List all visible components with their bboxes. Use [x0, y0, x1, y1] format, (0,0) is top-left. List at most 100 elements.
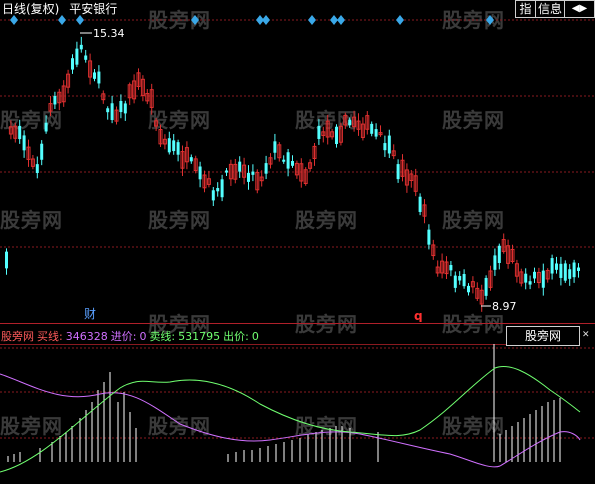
candle-body: [348, 119, 352, 126]
candle-body: [462, 274, 466, 287]
candle-body: [273, 141, 277, 153]
candle-body: [110, 103, 114, 121]
candle-body: [541, 270, 545, 288]
candle-body: [119, 100, 123, 113]
event-diamond-icon: [58, 15, 66, 25]
candle-body: [40, 143, 44, 160]
candle-body: [198, 166, 202, 180]
event-diamond-icon: [76, 15, 84, 25]
panel-divider: [0, 323, 595, 324]
candle-body: [71, 58, 74, 70]
candle-body: [335, 126, 338, 145]
candle-body: [286, 152, 290, 169]
candle-body: [75, 48, 79, 65]
event-diamond-icon: [191, 15, 199, 25]
candle-body: [559, 263, 563, 278]
candle-body: [172, 140, 176, 152]
candle-body: [225, 170, 228, 173]
candle-body: [264, 163, 268, 174]
low-price-label: 8.97: [492, 300, 517, 313]
candle-body: [568, 269, 572, 279]
candle-body: [577, 267, 580, 271]
indicator-selector[interactable]: 股旁网: [506, 326, 580, 346]
candle-body: [176, 142, 180, 155]
candle-body: [53, 95, 57, 105]
candle-body: [216, 188, 220, 192]
candle-body: [18, 125, 22, 140]
high-price-marker: 15.34: [80, 27, 125, 40]
candlestick-chart[interactable]: 15.34 8.97 财 q: [0, 0, 595, 322]
buy-line-label: 买线:: [37, 330, 63, 343]
event-diamond-icon: [337, 15, 345, 25]
candle-body: [387, 135, 391, 154]
buy-line-value: 346328: [65, 330, 108, 343]
indicator-bars: [7, 344, 561, 462]
candle-body: [374, 129, 378, 137]
candle-body: [550, 258, 554, 274]
event-diamond-icon: [262, 15, 270, 25]
indicator-chart[interactable]: [0, 344, 595, 484]
sell-line: [0, 366, 581, 473]
candle-body: [247, 172, 250, 182]
candle-body: [524, 273, 528, 283]
indicator-name: 股旁网: [1, 330, 34, 343]
candle-body: [533, 271, 536, 279]
candle-body: [106, 108, 110, 113]
candle-body: [97, 71, 101, 84]
candle-body: [291, 160, 294, 166]
candle-body: [449, 265, 453, 271]
candle-body: [167, 138, 171, 153]
sell-line-label: 卖线:: [149, 330, 176, 343]
candle-body: [427, 229, 431, 245]
candle-body: [453, 275, 457, 288]
event-diamond-icon: [308, 15, 316, 25]
candlesticks: [5, 36, 580, 312]
buy-line: [0, 373, 581, 468]
financial-report-marker[interactable]: 财: [84, 307, 96, 321]
indicator-legend: 股旁网 买线: 346328 进价: 0 卖线: 531795 出价: 0: [1, 328, 262, 344]
candle-body: [458, 276, 462, 281]
candle-body: [220, 179, 224, 198]
entry-price-label: 进价:: [110, 330, 137, 343]
high-price-label: 15.34: [93, 27, 125, 40]
candle-body: [555, 263, 558, 270]
candle-body: [370, 123, 374, 134]
candle-body: [383, 143, 387, 151]
exit-price-label: 出价:: [223, 330, 249, 343]
candle-body: [528, 281, 532, 285]
event-diamond-icon: [486, 15, 494, 25]
q-marker[interactable]: q: [414, 309, 423, 322]
candle-body: [44, 122, 48, 132]
indicator-close-icon[interactable]: ✕: [582, 330, 590, 340]
candle-body: [5, 251, 8, 269]
candle-body: [493, 255, 497, 270]
candle-body: [396, 164, 400, 180]
candle-body: [563, 263, 567, 281]
price-gridlines: [0, 19, 595, 248]
candle-body: [572, 262, 576, 278]
candle-body: [84, 55, 88, 60]
candle-body: [251, 171, 255, 175]
candle-body: [189, 157, 193, 162]
event-diamond-icon: [330, 15, 338, 25]
candle-body: [123, 103, 127, 114]
exit-price-value: 0: [251, 330, 259, 343]
candle-body: [35, 164, 39, 173]
sell-line-value: 531795: [178, 330, 221, 343]
candle-body: [79, 44, 83, 50]
entry-price-value: 0: [139, 330, 147, 343]
candle-body: [238, 161, 242, 172]
event-diamond-icon: [396, 15, 404, 25]
candle-body: [418, 196, 422, 212]
candle-body: [484, 277, 488, 296]
event-diamond-icon: [10, 15, 18, 25]
candle-body: [211, 190, 215, 201]
candle-body: [22, 135, 26, 151]
indicator-gridlines: [0, 347, 595, 439]
candle-body: [497, 245, 501, 263]
candle-body: [467, 285, 470, 293]
candle-body: [282, 159, 286, 162]
low-price-marker: 8.97: [481, 300, 517, 313]
candle-body: [317, 125, 321, 139]
candle-body: [93, 72, 96, 79]
